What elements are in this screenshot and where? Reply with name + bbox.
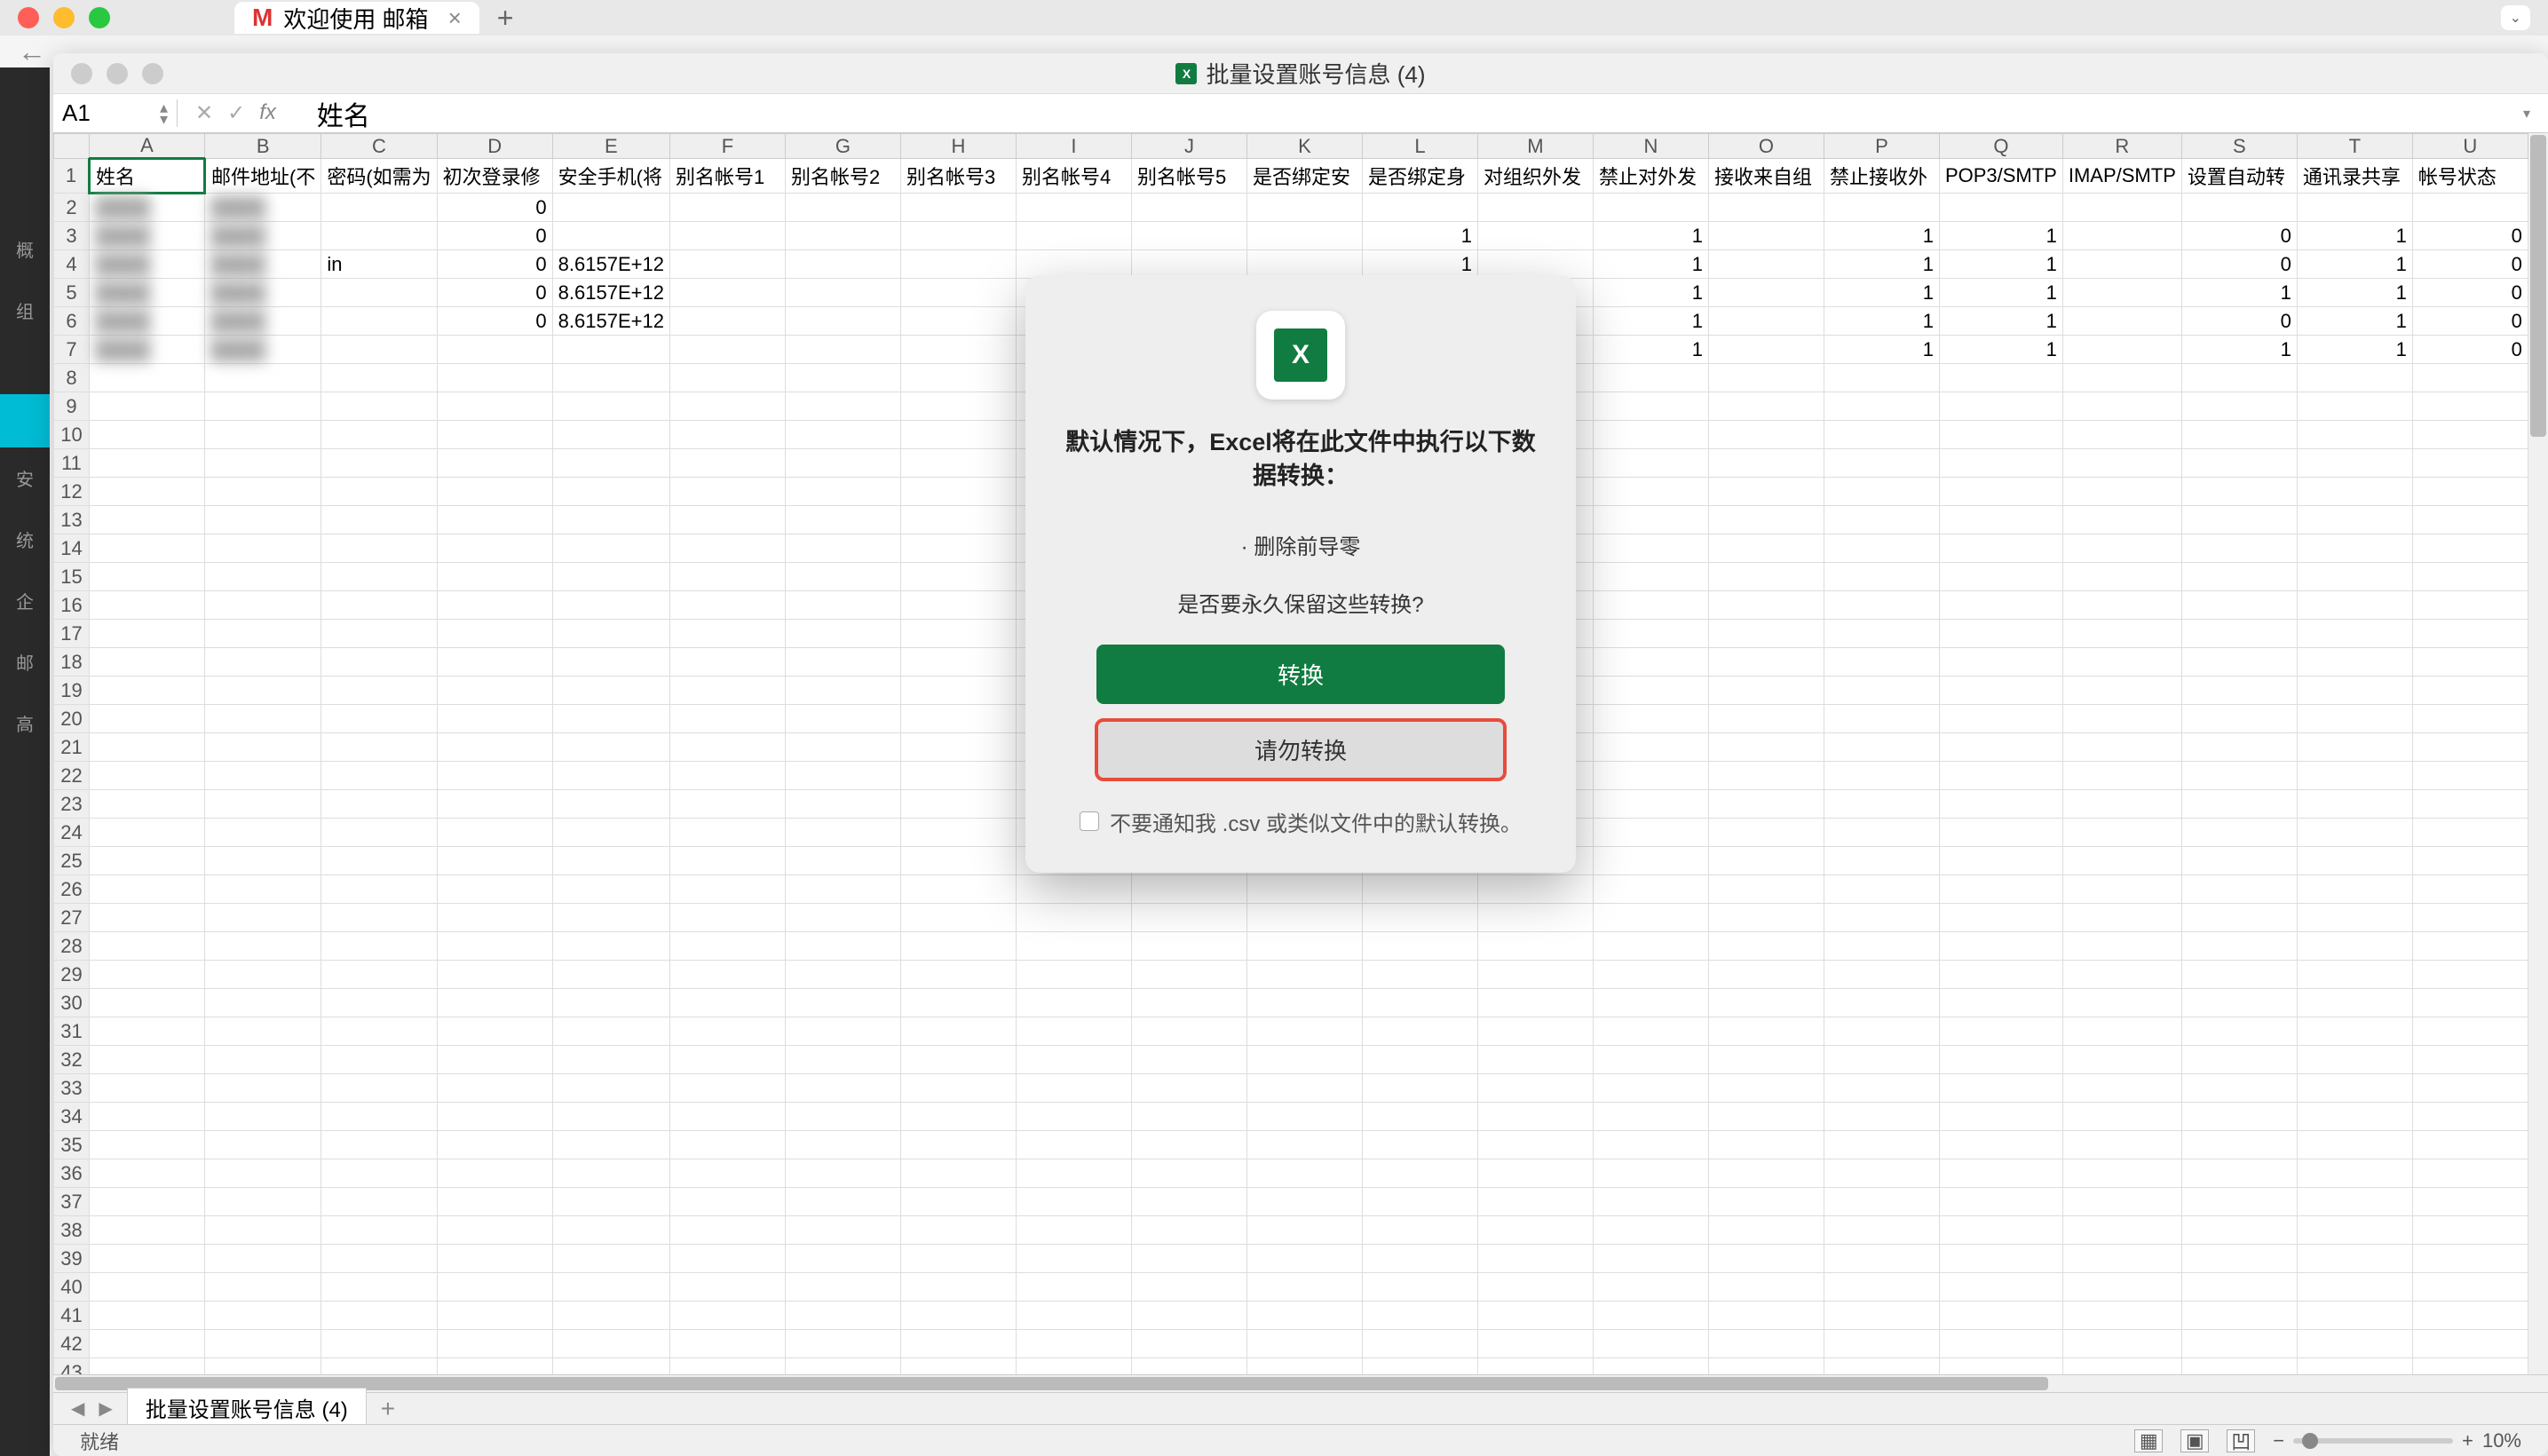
sidebar-item-active[interactable]	[0, 394, 50, 447]
browser-menu-button[interactable]: ⌄	[2501, 5, 2530, 30]
dont-notify-row[interactable]: 不要通知我 .csv 或类似文件中的默认转换。	[1061, 806, 1540, 837]
excel-logo-icon: X	[1274, 328, 1327, 382]
dialog-title: 默认情况下，Excel将在此文件中执行以下数据转换：	[1061, 426, 1540, 494]
sidebar-item-4[interactable]: 企	[0, 570, 50, 631]
excel-window: X 批量设置账号信息 (4) A1 ▴▾ ✕ ✓ fx ▾ ABCDEFGHIJ…	[53, 53, 2548, 1456]
chevron-down-icon: ⌄	[2510, 11, 2521, 26]
data-conversion-dialog: X 默认情况下，Excel将在此文件中执行以下数据转换： · 删除前导零 是否要…	[1025, 275, 1576, 873]
window-controls	[9, 7, 110, 28]
sidebar-item-0[interactable]: 概	[0, 218, 50, 280]
nav-back-button[interactable]: ←	[18, 36, 46, 68]
modal-overlay: X 默认情况下，Excel将在此文件中执行以下数据转换： · 删除前导零 是否要…	[53, 53, 2548, 1456]
mail-icon: M	[252, 4, 273, 32]
dont-notify-checkbox[interactable]	[1080, 811, 1099, 831]
browser-tab[interactable]: M 欢迎使用 邮箱 ×	[234, 2, 479, 34]
sidebar-item-3[interactable]: 统	[0, 509, 50, 570]
new-tab-button[interactable]: +	[497, 2, 514, 35]
close-window-button[interactable]	[18, 7, 39, 28]
excel-app-icon: X	[1256, 311, 1345, 400]
browser-tab-bar: M 欢迎使用 邮箱 × + ⌄	[0, 0, 2548, 36]
maximize-window-button[interactable]	[89, 7, 110, 28]
sidebar-item-2[interactable]: 安	[0, 447, 50, 509]
sidebar-item-1[interactable]: 组	[0, 280, 50, 341]
sidebar-item-6[interactable]: 高	[0, 692, 50, 754]
dont-notify-label: 不要通知我 .csv 或类似文件中的默认转换。	[1110, 806, 1522, 837]
dialog-bullet: · 删除前导零	[1061, 529, 1540, 560]
tab-close-button[interactable]: ×	[448, 4, 462, 32]
sidebar-item-5[interactable]: 邮	[0, 631, 50, 692]
app-sidebar: 概 组 安 统 企 邮 高	[0, 67, 50, 1456]
tab-title: 欢迎使用 邮箱	[283, 2, 428, 35]
convert-button[interactable]: 转换	[1096, 645, 1505, 704]
dont-convert-button[interactable]: 请勿转换	[1096, 720, 1505, 779]
minimize-window-button[interactable]	[53, 7, 75, 28]
dialog-question: 是否要永久保留这些转换?	[1061, 587, 1540, 618]
